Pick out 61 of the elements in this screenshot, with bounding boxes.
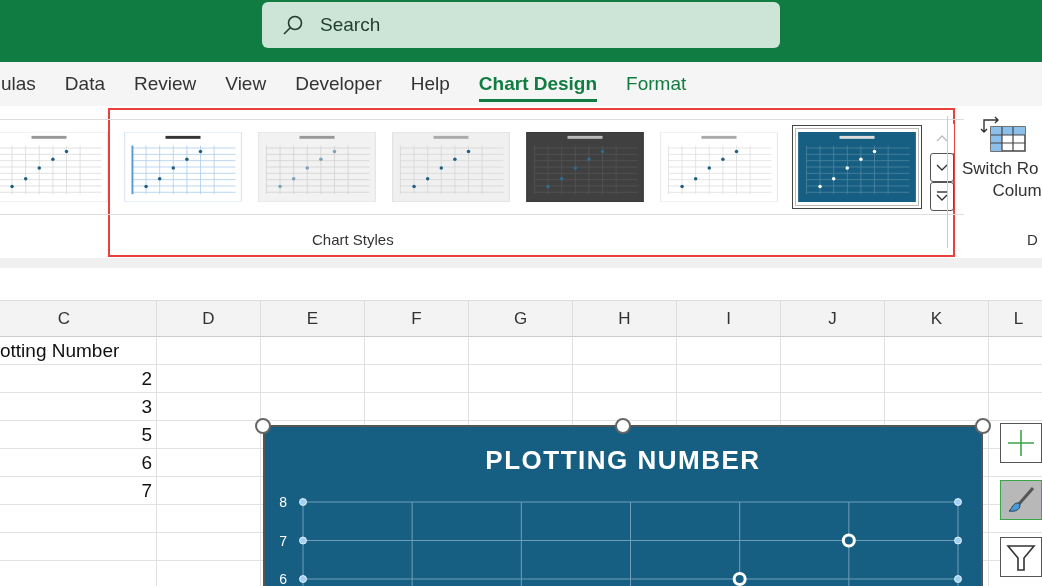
column-header[interactable]: K xyxy=(885,301,989,337)
data-point[interactable] xyxy=(732,572,747,586)
plot-area-handle[interactable] xyxy=(954,536,962,545)
scroll-down-button[interactable] xyxy=(930,152,954,182)
plot-area-handle[interactable] xyxy=(299,536,307,545)
axis-tick-label: 6 xyxy=(279,571,287,586)
resize-handle[interactable] xyxy=(255,418,271,434)
plot-area-handle[interactable] xyxy=(954,498,962,506)
plus-icon xyxy=(1006,428,1036,458)
chart-area[interactable]: PLOTTING NUMBER 6 7 8 xyxy=(263,425,983,586)
ribbon-tab[interactable]: ulas xyxy=(0,66,36,102)
chart-style-thumbnail[interactable] xyxy=(256,130,378,204)
ribbon-tab[interactable]: Review xyxy=(134,66,197,102)
table-cell: 2 xyxy=(141,368,152,390)
ribbon-tab[interactable]: View xyxy=(225,66,267,102)
data-point[interactable] xyxy=(841,533,856,548)
search-field[interactable]: Search xyxy=(262,2,780,48)
ribbon-tab[interactable]: Developer xyxy=(295,66,382,102)
ribbon-tab[interactable]: Format xyxy=(626,66,687,102)
switch-row-column-button[interactable]: Switch Ro Colum xyxy=(962,114,1042,202)
column-header[interactable]: I xyxy=(677,301,781,337)
table-cell: 6 xyxy=(141,452,152,474)
table-arrows-icon xyxy=(980,114,1028,154)
chart-styles-button[interactable] xyxy=(1000,480,1042,520)
column-header[interactable]: D xyxy=(157,301,261,337)
table-cell: 3 xyxy=(141,396,152,418)
ribbon-tab[interactable]: Chart Design xyxy=(478,66,598,102)
column-header[interactable]: L xyxy=(989,301,1042,337)
chart-elements-button[interactable] xyxy=(1000,423,1042,463)
column-header[interactable]: F xyxy=(365,301,469,337)
search-icon xyxy=(282,14,304,36)
plot-area-handle[interactable] xyxy=(954,575,962,583)
column-header[interactable]: E xyxy=(261,301,365,337)
column-header[interactable]: G xyxy=(469,301,573,337)
chart-style-thumbnail[interactable] xyxy=(122,130,244,204)
group-label: D xyxy=(1027,231,1038,248)
chart-filters-button[interactable] xyxy=(1000,537,1042,577)
chart-style-thumbnail[interactable] xyxy=(524,130,646,204)
column-header[interactable]: H xyxy=(573,301,677,337)
group-label: Chart Styles xyxy=(312,231,394,248)
more-styles-button[interactable] xyxy=(930,181,954,211)
ribbon-tab[interactable]: Help xyxy=(410,66,450,102)
axis-tick-label: 7 xyxy=(279,532,287,549)
chart-title: PLOTTING NUMBER xyxy=(484,445,762,476)
chart-style-thumbnail[interactable] xyxy=(658,130,780,204)
column-header[interactable]: C xyxy=(0,301,157,337)
paintbrush-icon xyxy=(1006,485,1036,515)
plot-area-handle[interactable] xyxy=(299,498,307,506)
resize-handle[interactable] xyxy=(975,418,991,434)
table-cell: otting Number xyxy=(0,340,120,362)
ribbon-tab[interactable]: Data xyxy=(64,66,105,102)
plot-area-handle[interactable] xyxy=(299,575,307,583)
filter-icon xyxy=(1006,542,1036,572)
axis-tick-label: 8 xyxy=(279,494,287,510)
resize-handle[interactable] xyxy=(615,418,631,434)
table-cell: 5 xyxy=(141,424,152,446)
chart-style-thumbnail[interactable] xyxy=(0,130,110,204)
chart-style-thumbnail[interactable] xyxy=(792,125,922,209)
chart-style-thumbnail[interactable] xyxy=(390,130,512,204)
column-header[interactable]: J xyxy=(781,301,885,337)
table-cell: 7 xyxy=(141,480,152,502)
